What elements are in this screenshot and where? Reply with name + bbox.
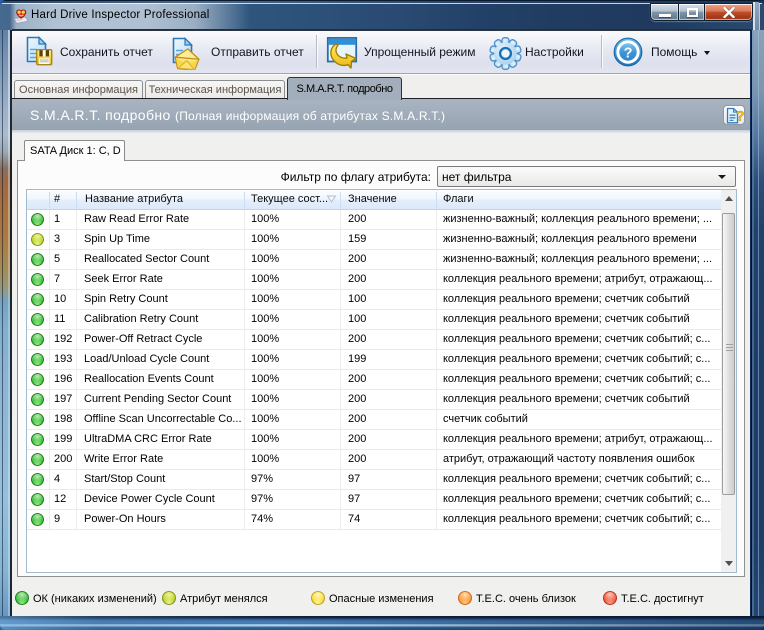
svg-text:?: ?	[736, 108, 745, 124]
svg-text:?: ?	[624, 45, 633, 61]
